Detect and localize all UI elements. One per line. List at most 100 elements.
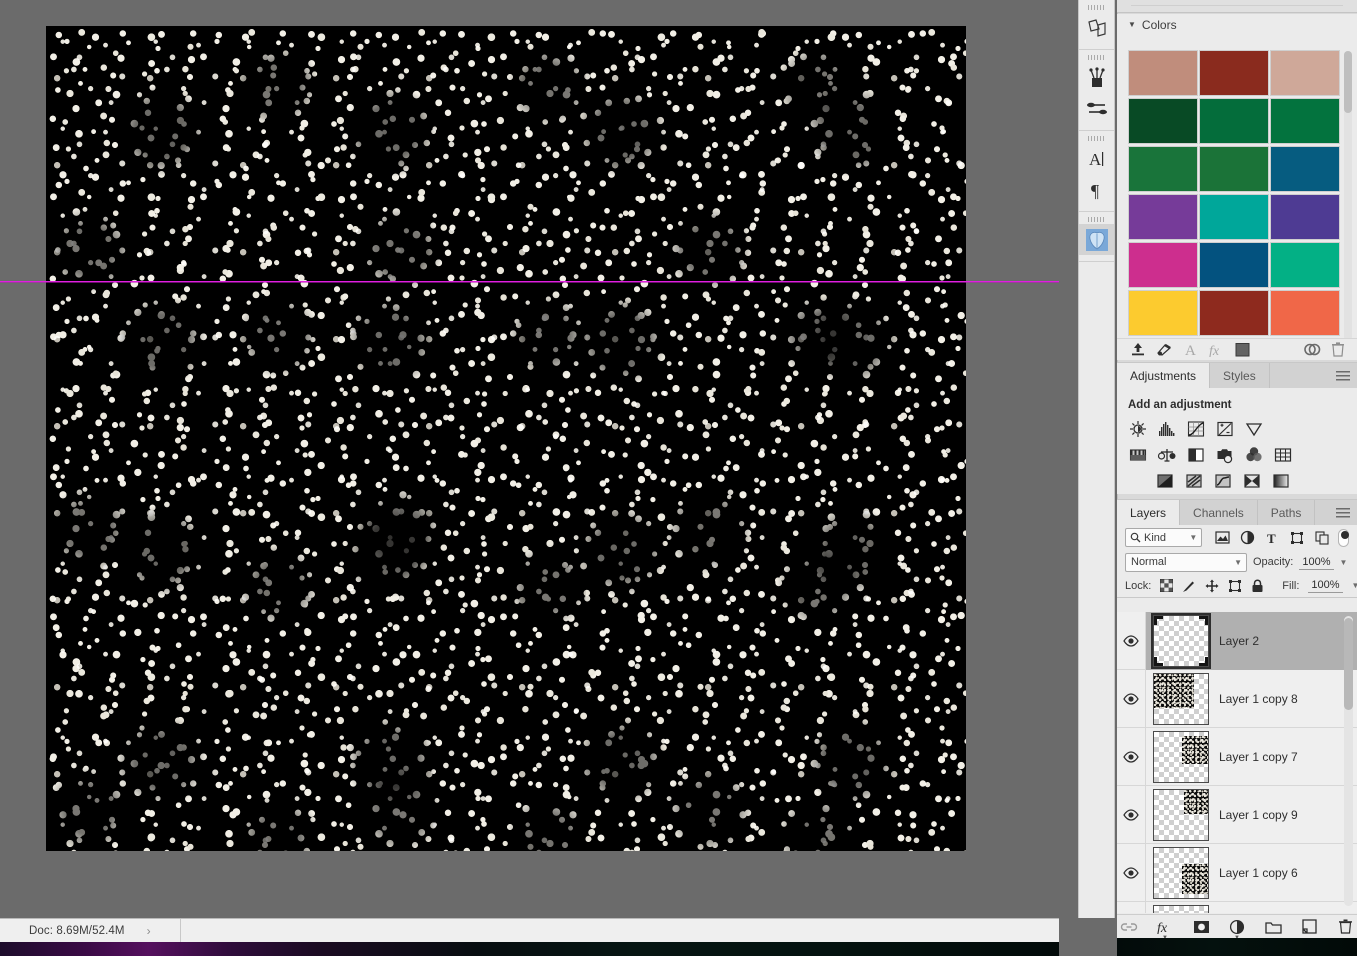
layer-visibility-toggle[interactable] xyxy=(1117,785,1146,844)
paragraph-tool-button[interactable]: ¶ xyxy=(1079,174,1114,205)
color-balance-icon[interactable] xyxy=(1155,444,1179,466)
foreground-color-icon[interactable] xyxy=(1229,340,1255,360)
layer-list[interactable]: Layer 2 Layer 1 copy 8 Layer 1 copy 7 Layer… xyxy=(1117,612,1357,913)
layer-visibility-toggle[interactable] xyxy=(1117,901,1146,913)
layer-thumbnail[interactable] xyxy=(1153,788,1209,841)
black-white-icon[interactable] xyxy=(1184,444,1208,466)
tool-options-strip[interactable]: A ¶ xyxy=(1078,0,1115,918)
color-swatch[interactable] xyxy=(1270,146,1340,192)
photo-filter-icon[interactable] xyxy=(1213,444,1237,466)
chevron-down-icon[interactable]: ▼ xyxy=(1234,558,1242,567)
color-swatch[interactable] xyxy=(1128,290,1198,336)
color-swatch[interactable] xyxy=(1199,194,1269,240)
color-swatch[interactable] xyxy=(1128,242,1198,288)
color-swatch[interactable] xyxy=(1270,98,1340,144)
tab-channels[interactable]: Channels xyxy=(1180,500,1258,525)
color-swatch[interactable] xyxy=(1199,290,1269,336)
filter-adjustment-layers-icon[interactable] xyxy=(1239,530,1255,546)
new-group-icon[interactable] xyxy=(1264,918,1282,936)
posterize-icon[interactable] xyxy=(1182,470,1206,492)
lock-artboard-nesting-icon[interactable] xyxy=(1228,578,1242,593)
layer-style-fx-icon[interactable]: fx ▼ xyxy=(1156,918,1174,941)
layer-thumbnail[interactable] xyxy=(1151,612,1211,669)
delete-swatch-icon[interactable] xyxy=(1325,340,1351,360)
drag-grip-icon[interactable] xyxy=(1087,136,1106,141)
color-swatch[interactable] xyxy=(1199,98,1269,144)
gradient-map-icon[interactable] xyxy=(1269,470,1293,492)
add-layer-mask-icon[interactable] xyxy=(1192,918,1210,936)
vibrance-icon[interactable] xyxy=(1242,418,1266,440)
lock-row[interactable]: Lock: Fill: 100% ▼ xyxy=(1117,574,1357,598)
fill-chevron-icon[interactable]: ▼ xyxy=(1352,581,1357,590)
color-lookup-icon[interactable] xyxy=(1271,444,1295,466)
opacity-chevron-icon[interactable]: ▼ xyxy=(1340,558,1348,567)
lock-position-icon[interactable] xyxy=(1205,578,1219,593)
colors-panel-header[interactable]: ▼ Colors xyxy=(1117,14,1357,36)
selective-color-icon[interactable] xyxy=(1240,470,1264,492)
filter-pixel-layers-icon[interactable] xyxy=(1214,530,1230,546)
layer-visibility-toggle[interactable] xyxy=(1117,727,1146,786)
channel-mixer-icon[interactable] xyxy=(1242,444,1266,466)
drag-grip-icon[interactable] xyxy=(1087,217,1106,222)
brightness-contrast-icon[interactable] xyxy=(1126,418,1150,440)
color-swatch-grid[interactable] xyxy=(1128,50,1340,346)
gradient-tool-button[interactable] xyxy=(1079,93,1114,124)
document-area[interactable] xyxy=(0,0,1059,918)
opacity-value[interactable]: 100% xyxy=(1299,555,1334,570)
layer-row-body[interactable] xyxy=(1146,902,1357,913)
layer-thumbnail[interactable] xyxy=(1153,672,1209,725)
layers-tab-row[interactable]: Layers Channels Paths xyxy=(1117,500,1357,525)
image-canvas[interactable] xyxy=(46,26,966,851)
adjustments-tab-row[interactable]: Adjustments Styles xyxy=(1117,363,1357,388)
layer-row[interactable]: Layer 1 copy 9 xyxy=(1117,785,1357,844)
custom-shape-tool-button[interactable] xyxy=(1079,224,1114,255)
layer-kind-select[interactable]: Kind ▼ xyxy=(1125,528,1203,547)
collapse-triangle-icon[interactable]: ▼ xyxy=(1128,20,1136,29)
filter-enable-toggle[interactable] xyxy=(1338,528,1349,547)
type-tool-button[interactable]: A xyxy=(1079,143,1114,174)
load-swatches-icon[interactable] xyxy=(1125,340,1151,360)
status-expand-icon[interactable]: › xyxy=(147,924,151,938)
layer-filter-icons[interactable]: T xyxy=(1214,530,1330,546)
delete-layer-icon[interactable] xyxy=(1336,918,1354,936)
invert-icon[interactable] xyxy=(1153,470,1177,492)
filter-smart-objects-icon[interactable] xyxy=(1314,530,1330,546)
dock-collapsed-panel-strip[interactable] xyxy=(1117,0,1357,13)
blend-mode-row[interactable]: Normal ▼ Opacity: 100% ▼ xyxy=(1117,550,1357,574)
layer-thumbnail[interactable] xyxy=(1153,904,1209,913)
threshold-icon[interactable] xyxy=(1211,470,1235,492)
color-picker-icon[interactable] xyxy=(1151,340,1177,360)
lock-image-pixels-icon[interactable] xyxy=(1182,578,1196,593)
tab-styles[interactable]: Styles xyxy=(1210,363,1270,388)
panel-menu-icon[interactable] xyxy=(1336,371,1350,381)
effects-fx-icon[interactable]: fx xyxy=(1203,340,1229,360)
curves-icon[interactable] xyxy=(1184,418,1208,440)
colors-scrollbar-thumb[interactable] xyxy=(1344,51,1352,113)
layer-row-body[interactable]: Layer 2 xyxy=(1146,612,1357,670)
layer-row[interactable]: Layer 2 xyxy=(1117,612,1357,670)
layers-scrollbar-thumb[interactable] xyxy=(1344,618,1353,710)
drag-grip-icon[interactable] xyxy=(1087,55,1106,60)
layer-visibility-toggle[interactable] xyxy=(1117,612,1146,670)
lock-all-icon[interactable] xyxy=(1251,578,1264,593)
layer-row[interactable] xyxy=(1117,901,1357,913)
text-color-icon[interactable]: A xyxy=(1177,340,1203,360)
new-fill-adjustment-icon[interactable]: ▼ xyxy=(1228,918,1246,941)
creative-cloud-icon[interactable] xyxy=(1299,340,1325,360)
color-swatch-area[interactable] xyxy=(1128,50,1340,346)
layer-row-body[interactable]: Layer 1 copy 6 xyxy=(1146,844,1357,902)
layer-row-body[interactable]: Layer 1 copy 7 xyxy=(1146,728,1357,786)
layer-row[interactable]: Layer 1 copy 8 xyxy=(1117,669,1357,728)
layer-row[interactable]: Layer 1 copy 6 xyxy=(1117,843,1357,902)
tab-layers[interactable]: Layers xyxy=(1117,500,1181,525)
color-swatch[interactable] xyxy=(1128,146,1198,192)
color-swatch[interactable] xyxy=(1199,242,1269,288)
layer-visibility-toggle[interactable] xyxy=(1117,669,1146,728)
layer-row-body[interactable]: Layer 1 copy 9 xyxy=(1146,786,1357,844)
color-swatch[interactable] xyxy=(1128,98,1198,144)
fill-value[interactable]: 100% xyxy=(1308,578,1343,593)
filter-shape-layers-icon[interactable] xyxy=(1289,530,1305,546)
new-layer-icon[interactable] xyxy=(1300,918,1318,936)
brush-tool-button[interactable] xyxy=(1079,62,1114,93)
layer-visibility-toggle[interactable] xyxy=(1117,843,1146,902)
